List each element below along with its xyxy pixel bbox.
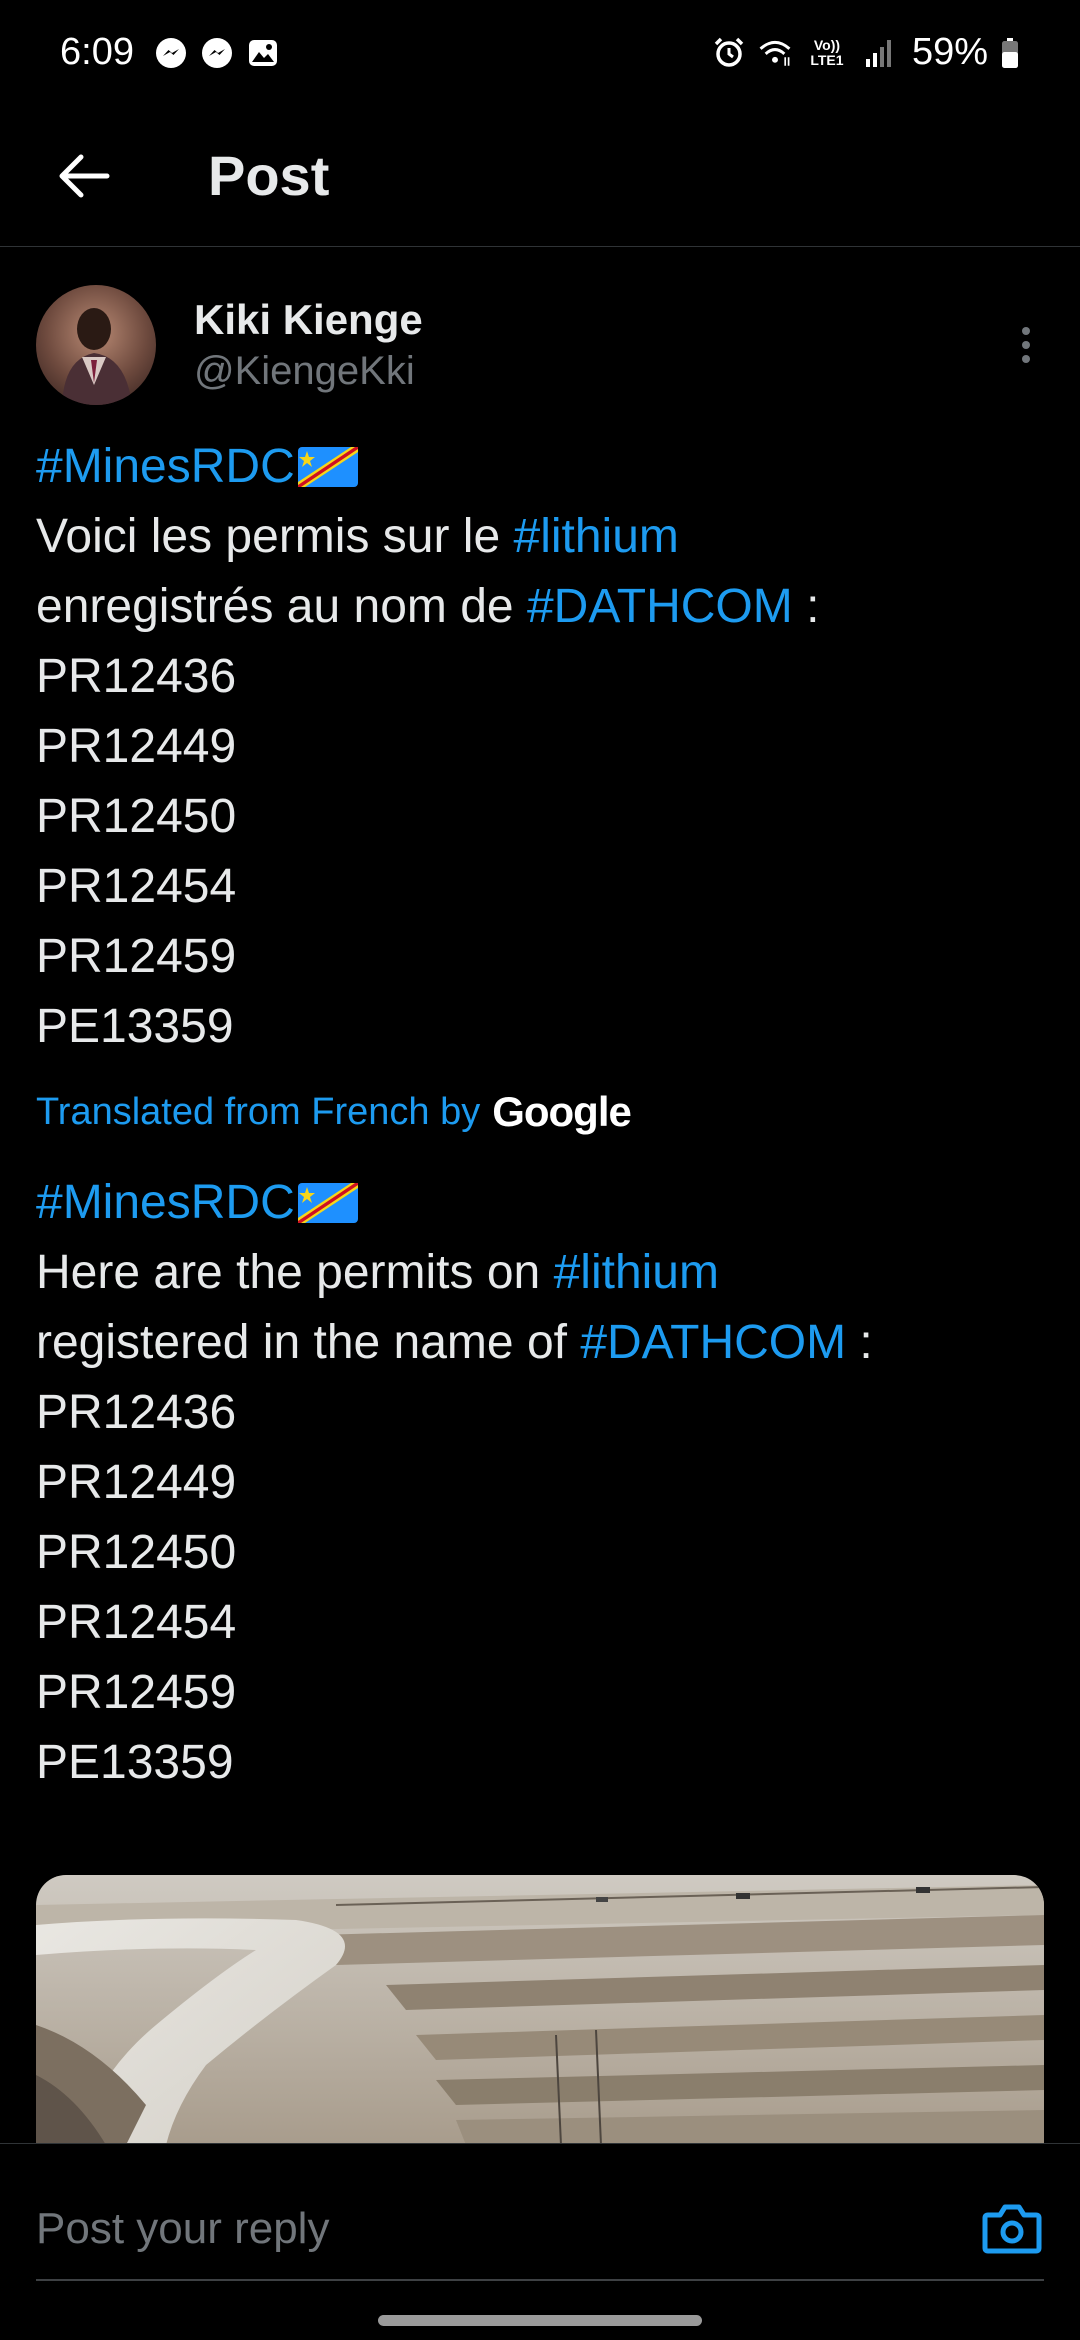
permit-line: PE13359: [36, 1000, 234, 1053]
permit-line: PR12449: [36, 720, 237, 773]
permit-line: PR12450: [36, 1526, 237, 1579]
drc-flag-icon: [297, 447, 358, 487]
text-segment: enregistrés au nom de: [36, 580, 527, 633]
alarm-icon: [712, 36, 746, 70]
battery-icon: [1000, 36, 1020, 70]
battery-percent: 59%: [911, 31, 988, 73]
back-arrow-icon: [59, 154, 110, 197]
author-handle[interactable]: @KiengeKki: [194, 346, 423, 396]
mine-photo: [36, 1875, 1044, 2145]
text-segment: registered in the name of: [36, 1316, 581, 1369]
status-left: 6:09: [60, 31, 280, 74]
text-segment: Here are the permits on: [36, 1246, 554, 1299]
gallery-icon: [246, 36, 280, 70]
messenger-icon: [154, 36, 188, 70]
permit-line: PR12449: [36, 1456, 237, 1509]
more-vertical-icon: [1022, 327, 1030, 363]
post-author: Kiki Kienge @KiengeKki: [36, 285, 1046, 405]
volte-icon: Vo)) LTE1: [804, 36, 850, 70]
status-right: Vo)) LTE1 59%: [712, 31, 1020, 74]
home-indicator[interactable]: [378, 2315, 702, 2326]
avatar[interactable]: [36, 285, 156, 405]
volte-label-bottom: LTE1: [810, 51, 844, 68]
drc-flag-icon: [297, 1183, 358, 1223]
translation-note[interactable]: Translated from French by Google: [36, 1082, 632, 1142]
text-segment: :: [792, 580, 820, 633]
post-line-hashtag: #MinesRDC: [36, 432, 1046, 502]
hashtag-dathcom[interactable]: #DATHCOM: [580, 1316, 846, 1369]
top-app-bar: Post: [0, 105, 1080, 247]
post-line: Here are the permits on #lithium: [36, 1238, 1046, 1308]
post-translated-text: #MinesRDC Here are the permits on #lithi…: [36, 1168, 1046, 1798]
translation-label: Translated from French by: [36, 1090, 481, 1133]
post-line: Voici les permis sur le #lithium: [36, 502, 1046, 572]
reply-bar: [0, 2143, 1080, 2340]
permit-line: PR12459: [36, 1666, 237, 1719]
hashtag-lithium[interactable]: #lithium: [554, 1246, 719, 1299]
permit-line: PR12459: [36, 930, 237, 983]
text-segment: :: [846, 1316, 873, 1369]
camera-icon: [982, 2204, 1042, 2254]
more-options-button[interactable]: [1006, 307, 1046, 383]
permit-line: PR12454: [36, 860, 237, 913]
permit-line: PR12454: [36, 1596, 237, 1649]
permit-line: PR12436: [36, 1386, 237, 1439]
reply-input[interactable]: [36, 2194, 936, 2264]
page-title: Post: [208, 144, 330, 207]
messenger-icon: [200, 36, 234, 70]
status-time: 6:09: [60, 31, 134, 73]
google-logo: Google: [492, 1088, 632, 1135]
back-button[interactable]: [54, 146, 114, 206]
permit-line: PR12450: [36, 790, 237, 843]
wifi-icon: [758, 36, 792, 70]
hashtag-dathcom[interactable]: #DATHCOM: [527, 580, 793, 633]
hashtag-minesrdc[interactable]: #MinesRDC: [36, 440, 295, 493]
post-line: enregistrés au nom de #DATHCOM :: [36, 572, 1046, 642]
reply-divider: [36, 2279, 1044, 2281]
camera-button[interactable]: [980, 2196, 1044, 2260]
text-segment: Voici les permis sur le: [36, 510, 514, 563]
post-line-hashtag: #MinesRDC: [36, 1168, 1046, 1238]
author-display-name[interactable]: Kiki Kienge: [194, 294, 423, 346]
status-bar: 6:09 Vo)) LTE1 59%: [0, 0, 1080, 105]
hashtag-lithium[interactable]: #lithium: [514, 510, 679, 563]
permit-line: PR12436: [36, 650, 237, 703]
volte-label-top: Vo)): [813, 36, 841, 53]
permit-line: PE13359: [36, 1736, 234, 1789]
post-original-text: #MinesRDC Voici les permis sur le #lithi…: [36, 432, 1046, 1062]
post-line: registered in the name of #DATHCOM :: [36, 1308, 1046, 1378]
author-names: Kiki Kienge @KiengeKki: [194, 294, 423, 396]
hashtag-minesrdc[interactable]: #MinesRDC: [36, 1176, 295, 1229]
post-media-image[interactable]: [36, 1875, 1044, 2145]
signal-icon: [862, 36, 896, 70]
